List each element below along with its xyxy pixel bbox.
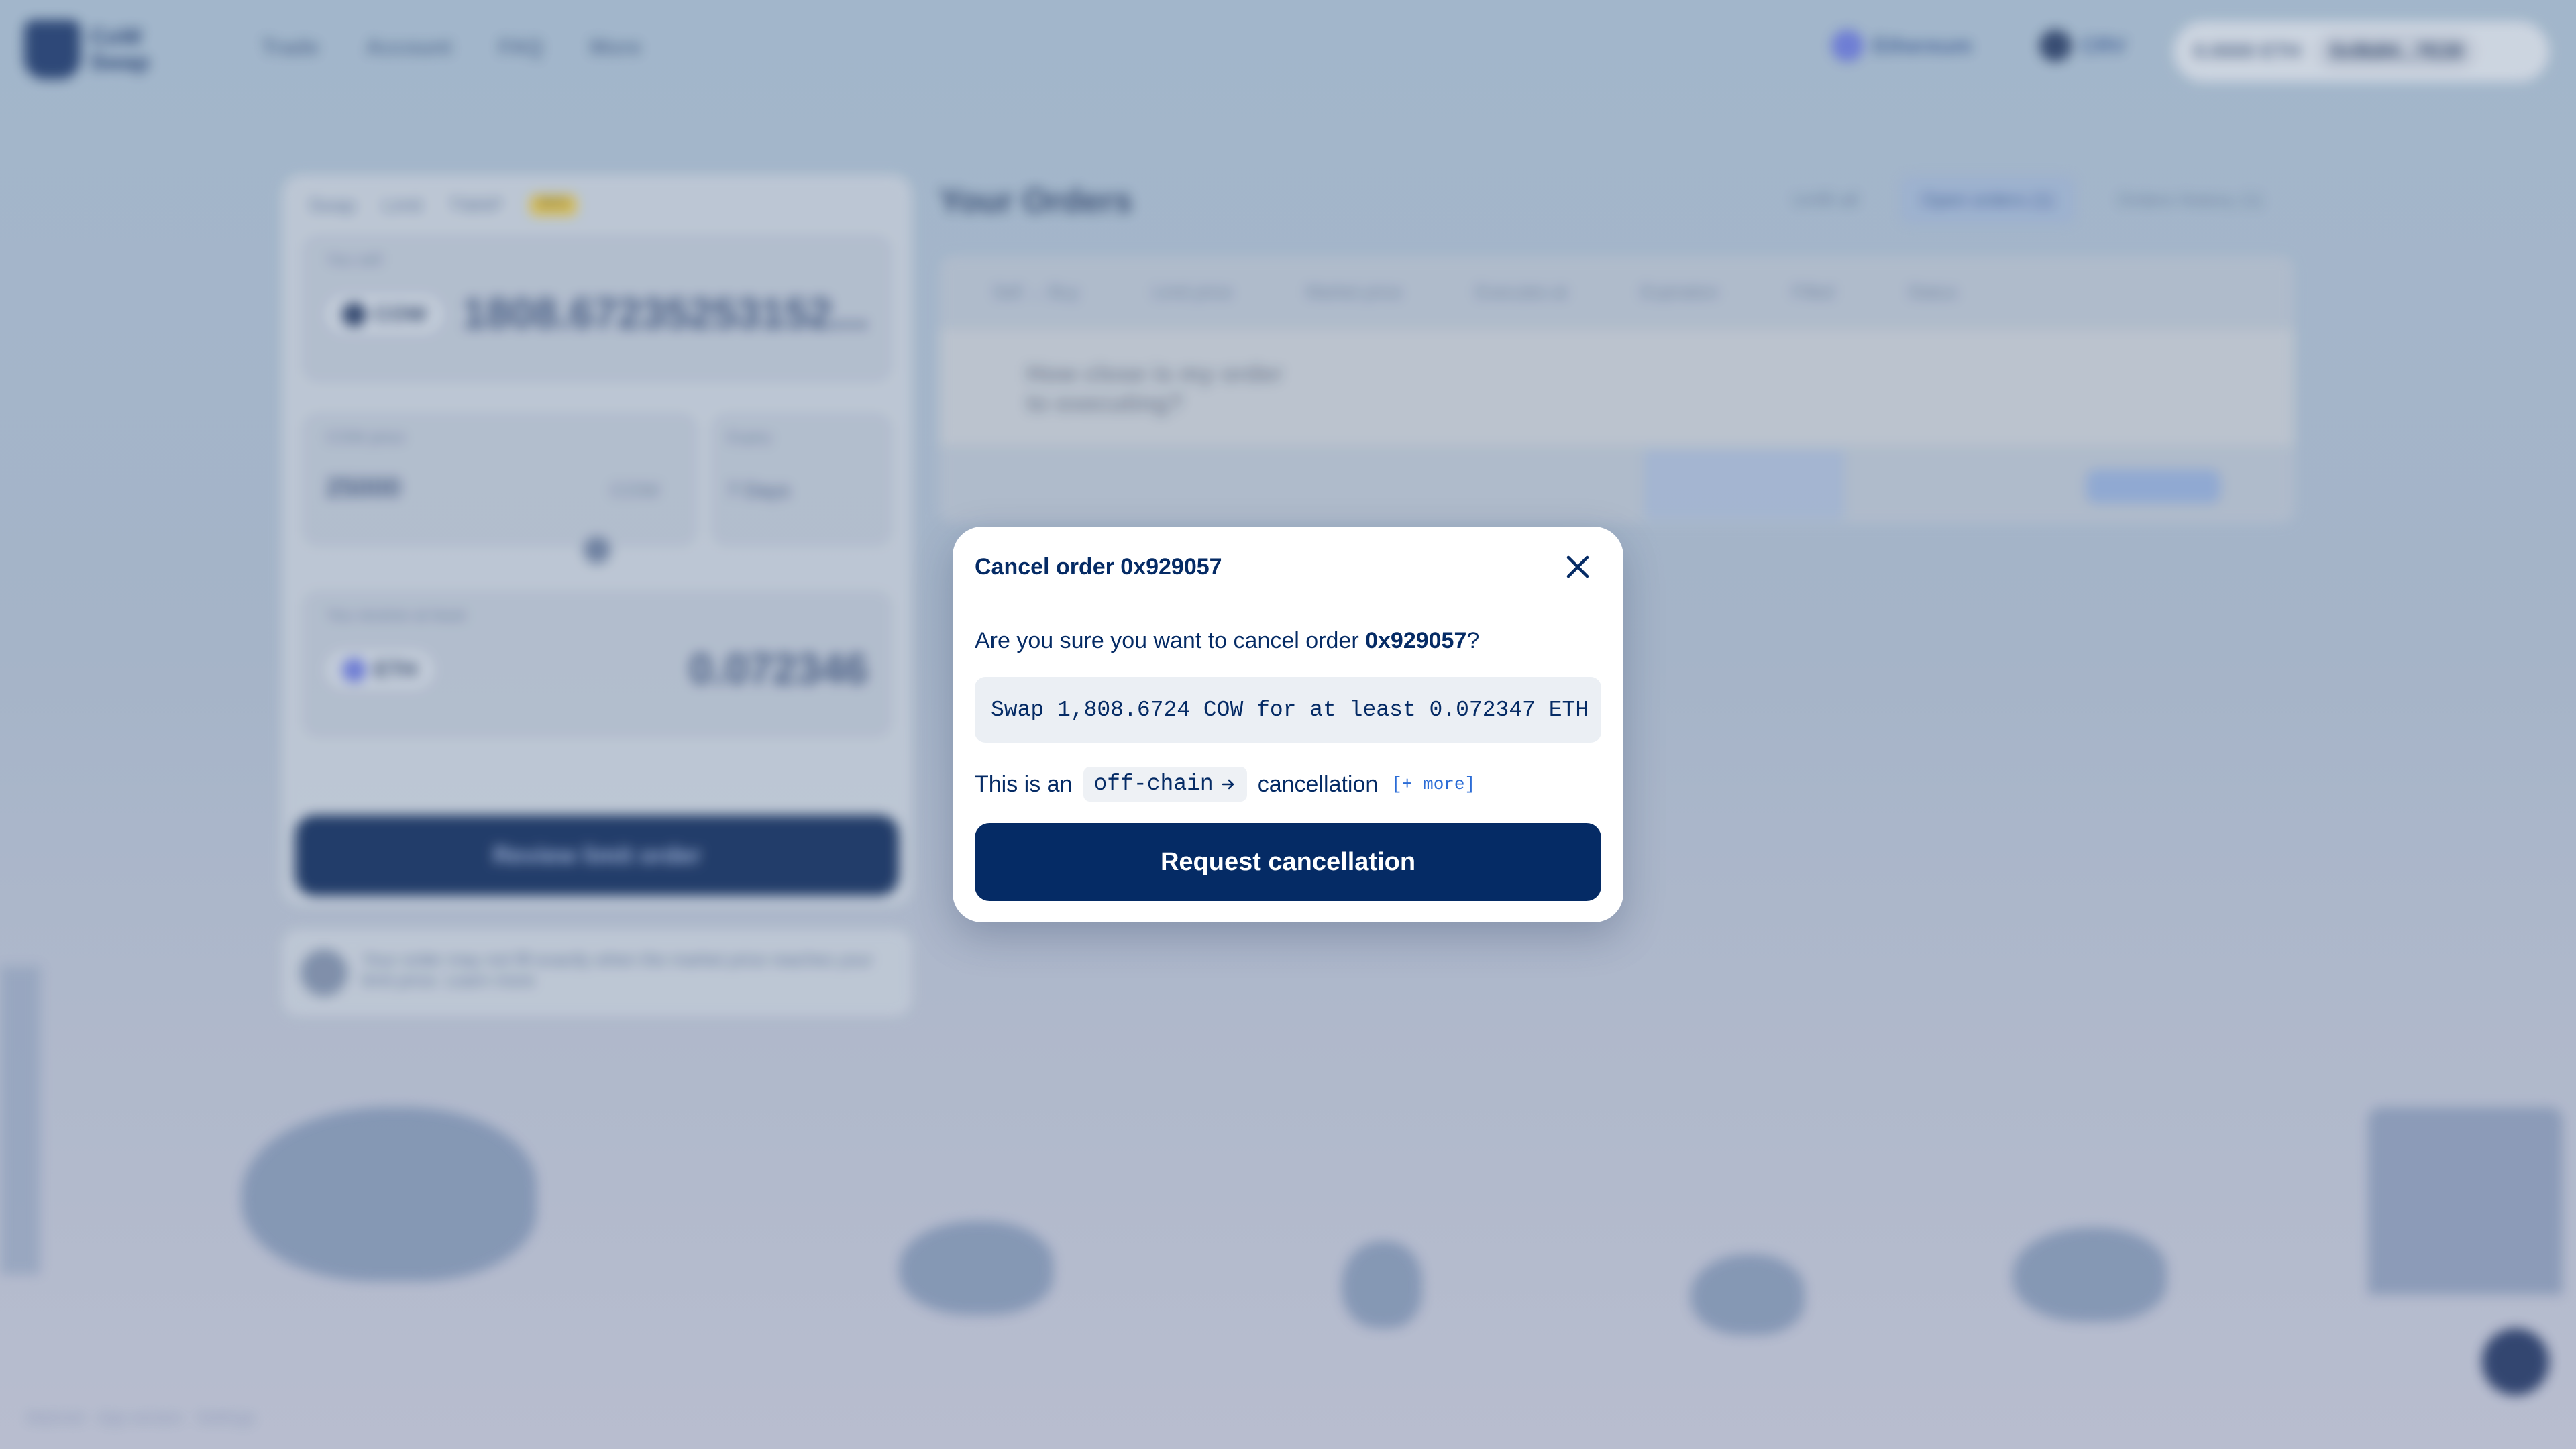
modal-title: Cancel order 0x929057 xyxy=(975,554,1222,580)
request-cancellation-button[interactable]: Request cancellation xyxy=(975,823,1601,901)
question-suffix: ? xyxy=(1466,628,1480,653)
off-chain-chip[interactable]: off-chain xyxy=(1083,767,1247,802)
cancel-order-modal: Cancel order 0x929057 Are you sure you w… xyxy=(953,527,1623,922)
order-summary: Swap 1,808.6724 COW for at least 0.07234… xyxy=(975,677,1601,743)
question-order-id: 0x929057 xyxy=(1365,628,1467,653)
off-chain-label: off-chain xyxy=(1093,771,1214,796)
arrow-right-icon xyxy=(1222,779,1234,790)
more-info-link[interactable]: [+ more] xyxy=(1391,768,1475,800)
cancellation-type: This is an off-chain cancellation [+ mor… xyxy=(975,767,1475,802)
type-prefix: This is an xyxy=(975,771,1073,797)
close-icon[interactable] xyxy=(1562,551,1594,583)
type-suffix: cancellation xyxy=(1257,771,1379,797)
question-prefix: Are you sure you want to cancel order xyxy=(975,628,1366,653)
cancel-question: Are you sure you want to cancel order 0x… xyxy=(975,626,1479,655)
